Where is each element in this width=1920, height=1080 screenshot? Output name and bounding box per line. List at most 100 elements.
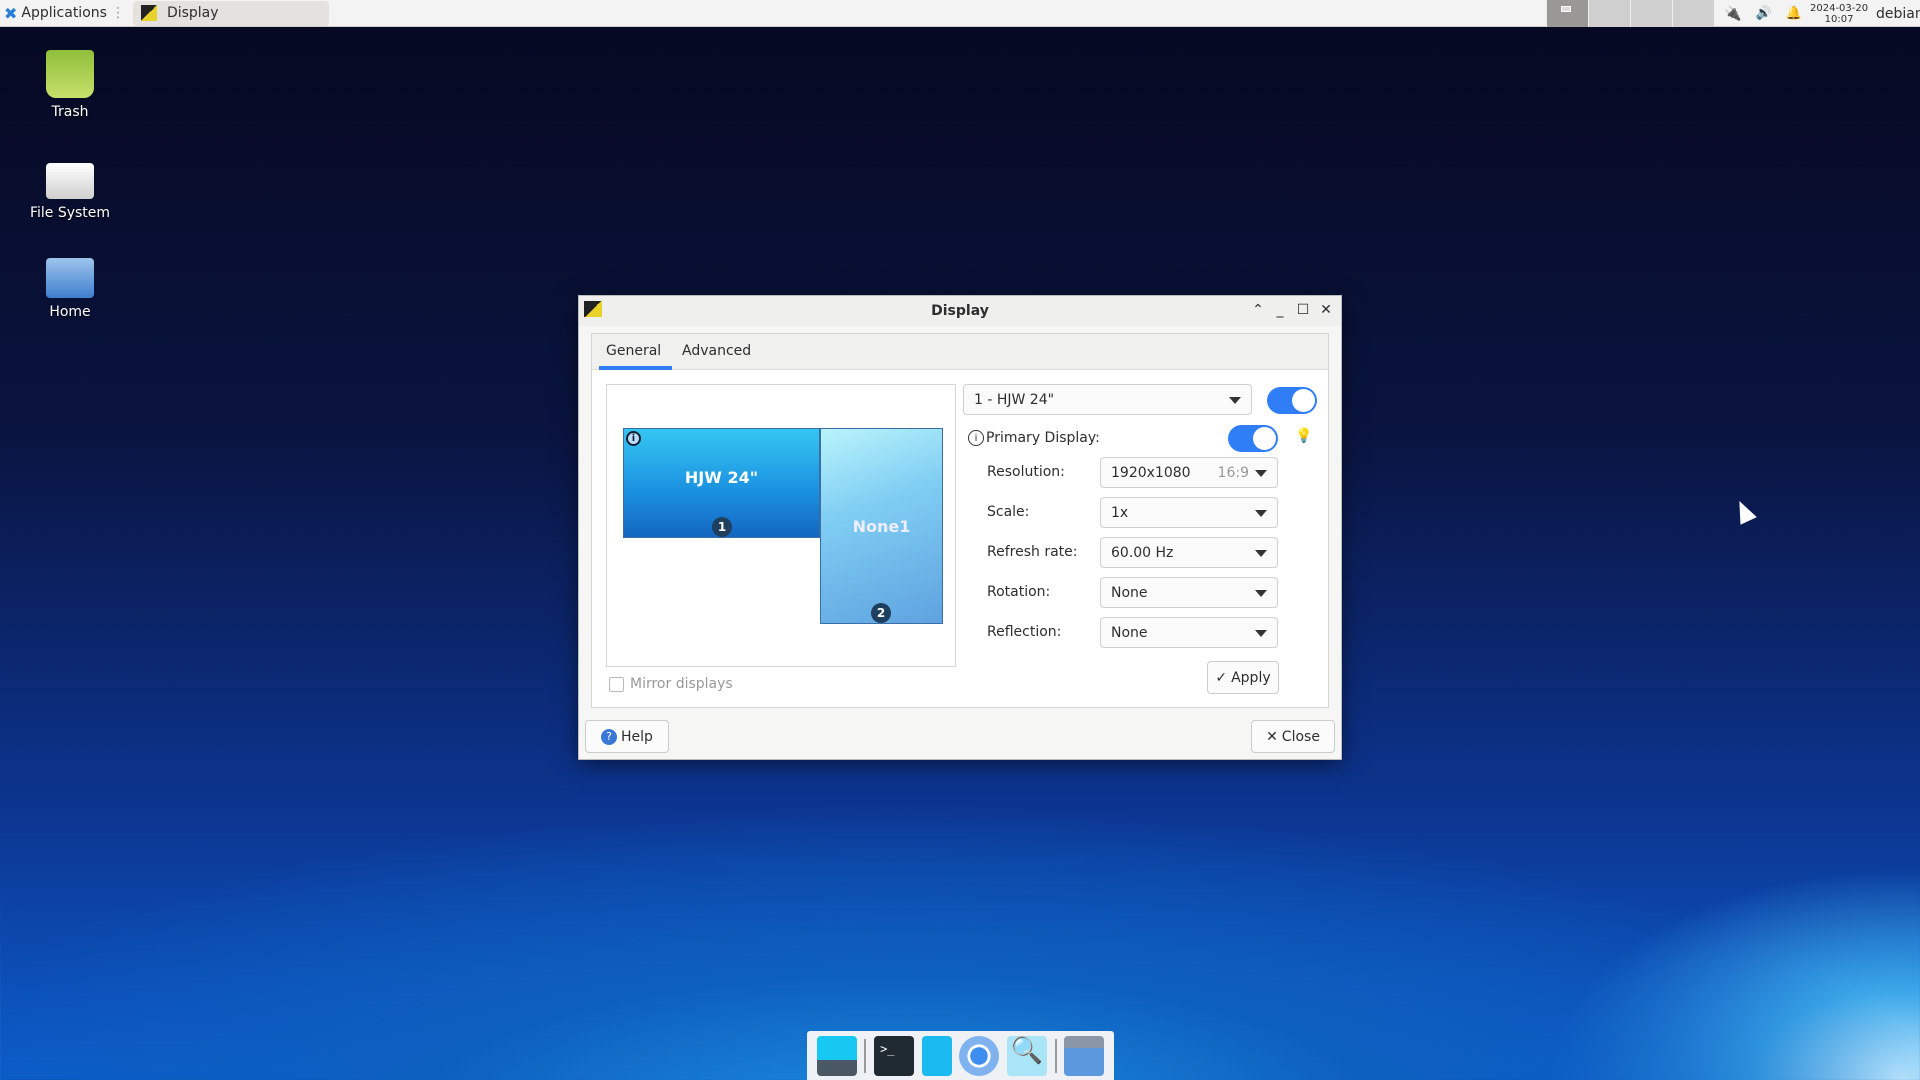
mirror-displays-checkbox[interactable]: Mirror displays — [609, 676, 733, 692]
aspect-ratio: 16:9 — [1217, 464, 1249, 481]
dock-separator — [1054, 1038, 1057, 1073]
display-layout-preview: i HJW 24" 1 None1 2 — [606, 384, 956, 667]
volume-icon[interactable]: 🔊 — [1755, 6, 1771, 21]
apply-button[interactable]: ✓ Apply — [1207, 661, 1279, 694]
terminal-icon[interactable]: >_ — [874, 1035, 915, 1076]
reflection-select[interactable]: None — [1100, 617, 1278, 648]
monitor-1[interactable]: i HJW 24" 1 — [623, 428, 820, 538]
dock: >_ 🔍 — [807, 1031, 1114, 1080]
monitor-number-badge: 2 — [871, 603, 891, 623]
rotation-value: None — [1111, 584, 1148, 601]
applications-label: Applications — [21, 5, 107, 21]
drive-icon — [46, 163, 94, 199]
chevron-down-icon — [1255, 550, 1267, 557]
workspace-4[interactable] — [1672, 0, 1714, 27]
workspace-3[interactable] — [1630, 0, 1672, 27]
primary-display-toggle[interactable] — [1228, 425, 1278, 452]
file-cabinet-icon[interactable] — [921, 1035, 952, 1076]
active-tab-indicator — [599, 366, 672, 370]
chevron-down-icon — [1255, 630, 1267, 637]
clock[interactable]: 2024-03-20 10:07 — [1810, 0, 1868, 27]
settings-notebook: General Advanced i HJW 24" 1 None1 2 1 -… — [591, 333, 1329, 708]
chevron-down-icon — [1255, 510, 1267, 517]
close-label: Close — [1281, 728, 1320, 745]
output-enabled-toggle[interactable] — [1267, 387, 1317, 414]
close-icon: ✕ — [1266, 728, 1278, 745]
output-select[interactable]: 1 - HJW 24" — [963, 384, 1252, 415]
help-icon: ? — [601, 728, 618, 745]
applications-menu[interactable]: ✖ Applications ⋮ — [0, 4, 125, 23]
tab-bar: General Advanced — [592, 334, 1328, 370]
user-name: debian — [1876, 5, 1920, 22]
desktop-icon-label: File System — [29, 205, 111, 221]
clock-date: 2024-03-20 — [1810, 2, 1869, 14]
display-dialog: Display ⌃ _ ☐ ✕ General Advanced i HJW 2… — [578, 295, 1342, 760]
desktop-icon-trash[interactable]: Trash — [15, 50, 125, 120]
checkmark-icon: ✓ — [1215, 669, 1228, 686]
mirror-displays-label: Mirror displays — [630, 676, 733, 692]
trash-icon — [46, 50, 94, 98]
reflection-label: Reflection: — [987, 624, 1062, 640]
taskbar-window-display[interactable]: Display — [132, 0, 329, 26]
scale-label: Scale: — [987, 504, 1030, 520]
reflection-value: None — [1111, 624, 1148, 641]
checkbox-box[interactable] — [609, 676, 624, 692]
user-menu[interactable]: debian — [1876, 0, 1920, 27]
shade-button[interactable]: ⌃ — [1249, 302, 1267, 318]
maximize-button[interactable]: ☐ — [1294, 302, 1312, 318]
display-app-icon — [140, 5, 157, 21]
resolution-value: 1920x1080 — [1111, 464, 1191, 481]
dock-separator — [864, 1038, 867, 1073]
network-icon[interactable]: 🔌 — [1724, 6, 1741, 22]
apply-label: Apply — [1231, 669, 1271, 686]
xfce-logo-icon: ✖ — [4, 3, 18, 23]
clock-time: 10:07 — [1824, 13, 1854, 25]
rotation-select[interactable]: None — [1100, 577, 1278, 608]
output-select-value: 1 - HJW 24" — [974, 391, 1055, 408]
chevron-down-icon — [1255, 470, 1267, 477]
home-folder-icon — [46, 258, 94, 298]
info-icon[interactable]: i — [968, 430, 984, 446]
monitor-2[interactable]: None1 2 — [820, 428, 943, 624]
resolution-label: Resolution: — [987, 464, 1065, 480]
title-bar[interactable]: Display ⌃ _ ☐ ✕ — [579, 296, 1341, 326]
info-icon[interactable]: i — [626, 431, 641, 446]
mouse-cursor — [1731, 497, 1757, 525]
primary-display-label: Primary Display: — [986, 430, 1100, 446]
close-window-button[interactable]: ✕ — [1317, 302, 1335, 318]
refresh-rate-label: Refresh rate: — [987, 544, 1078, 560]
app-finder-icon[interactable]: 🔍 — [1006, 1035, 1047, 1076]
window-title: Display — [931, 303, 989, 319]
top-panel: ✖ Applications ⋮ Display 🔌 🔊 🔔 2024-03-2… — [0, 0, 1920, 27]
chromium-icon[interactable] — [959, 1035, 1000, 1076]
workspace-1[interactable] — [1546, 0, 1588, 27]
task-title: Display — [166, 5, 219, 21]
tab-general[interactable]: General — [606, 343, 661, 359]
separator-handle: ⋮ — [110, 5, 125, 21]
chevron-down-icon — [1229, 397, 1241, 404]
workspace-2[interactable] — [1588, 0, 1630, 27]
close-button[interactable]: ✕ Close — [1251, 720, 1335, 753]
folder-icon[interactable] — [1064, 1035, 1105, 1076]
tab-advanced[interactable]: Advanced — [682, 343, 751, 359]
refresh-rate-value: 60.00 Hz — [1111, 544, 1174, 561]
scale-value: 1x — [1111, 504, 1129, 521]
lightbulb-icon[interactable]: 💡 — [1295, 428, 1312, 444]
monitor-name: HJW 24" — [684, 467, 759, 487]
monitor-name: None1 — [852, 516, 911, 536]
notification-bell-icon[interactable]: 🔔 — [1786, 6, 1802, 21]
monitor-number-badge: 1 — [712, 517, 732, 537]
help-button[interactable]: ? Help — [585, 720, 669, 753]
resolution-select[interactable]: 1920x1080 16:9 — [1100, 457, 1278, 488]
show-desktop-icon[interactable] — [816, 1035, 857, 1076]
desktop-icon-file-system[interactable]: File System — [15, 155, 125, 221]
scale-select[interactable]: 1x — [1100, 497, 1278, 528]
desktop-icon-label: Trash — [51, 104, 89, 120]
chevron-down-icon — [1255, 590, 1267, 597]
refresh-rate-select[interactable]: 60.00 Hz — [1100, 537, 1278, 568]
desktop-icon-home[interactable]: Home — [15, 258, 125, 320]
minimize-button[interactable]: _ — [1271, 302, 1289, 318]
help-label: Help — [621, 728, 653, 745]
rotation-label: Rotation: — [987, 584, 1051, 600]
desktop-icon-label: Home — [49, 304, 91, 320]
